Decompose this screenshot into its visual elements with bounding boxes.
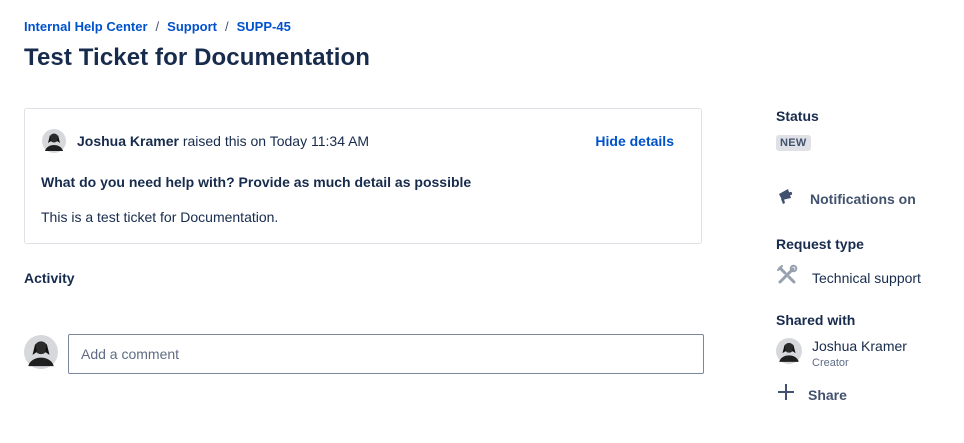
field-label: What do you need help with? Provide as m…: [41, 174, 472, 190]
shared-user-avatar: [776, 338, 802, 369]
author-avatar: [42, 129, 66, 153]
shared-user: Joshua Kramer Creator: [776, 338, 907, 369]
plus-icon: [776, 382, 796, 407]
megaphone-icon: [776, 186, 796, 211]
current-user-avatar: [24, 335, 58, 369]
breadcrumb-support-link[interactable]: Support: [167, 19, 217, 34]
request-details-card: Joshua Kramer raised this on Today 11:34…: [24, 108, 702, 244]
tools-icon: [776, 264, 798, 291]
breadcrumb-separator: /: [224, 19, 229, 34]
notifications-toggle[interactable]: Notifications on: [776, 186, 916, 211]
request-type-value: Technical support: [812, 269, 921, 286]
shared-user-name: Joshua Kramer: [812, 338, 907, 354]
shared-with-heading: Shared with: [776, 312, 856, 328]
shared-user-role: Creator: [812, 357, 849, 369]
comment-input[interactable]: [68, 334, 704, 374]
request-type: Technical support: [776, 264, 921, 291]
status-badge: NEW: [776, 135, 811, 151]
share-label: Share: [808, 386, 847, 403]
notifications-label: Notifications on: [810, 190, 916, 207]
status-heading: Status: [776, 108, 819, 124]
share-button[interactable]: Share: [776, 382, 847, 407]
breadcrumb: Internal Help Center / Support / SUPP-45: [24, 19, 291, 34]
raised-info: Joshua Kramer raised this on Today 11:34…: [77, 133, 369, 149]
author-name: Joshua Kramer: [77, 133, 179, 149]
page-title: Test Ticket for Documentation: [24, 44, 371, 71]
field-value: This is a test ticket for Documentation.: [41, 209, 279, 225]
breadcrumb-ticket-link[interactable]: SUPP-45: [237, 19, 291, 34]
hide-details-button[interactable]: Hide details: [595, 133, 674, 149]
raised-text: raised this on Today 11:34 AM: [182, 133, 370, 149]
activity-heading: Activity: [24, 270, 75, 286]
request-type-heading: Request type: [776, 236, 864, 252]
breadcrumb-separator: /: [155, 19, 160, 34]
breadcrumb-help-center-link[interactable]: Internal Help Center: [24, 19, 148, 34]
